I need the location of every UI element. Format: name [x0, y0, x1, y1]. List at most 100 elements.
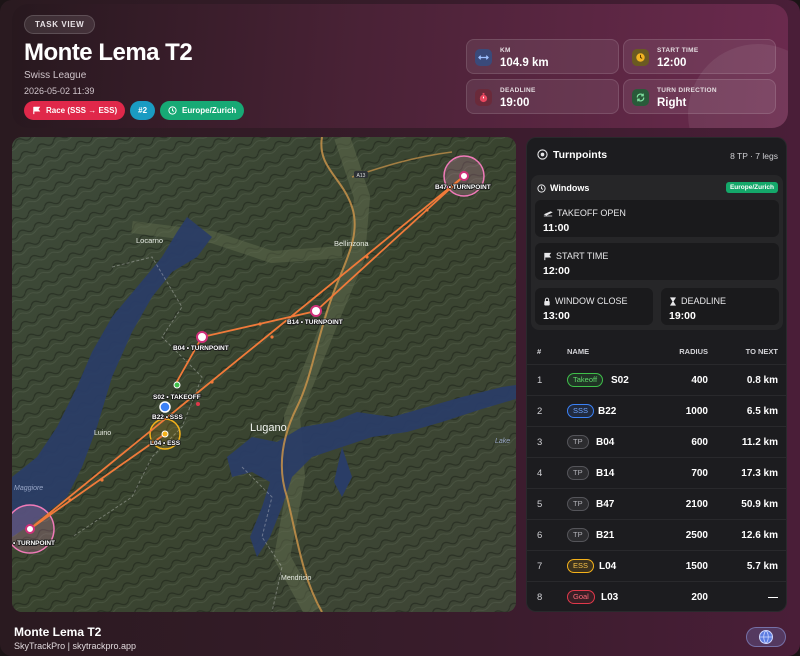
- footer-title: Monte Lema T2: [14, 625, 102, 639]
- task-number-tag[interactable]: #2: [130, 101, 156, 120]
- place-label-locarno: Locarno: [136, 236, 163, 245]
- turnpoint-type-badge: ESS: [567, 559, 595, 573]
- footer-subtitle: SkyTrackPro | skytrackpro.app: [14, 641, 137, 651]
- windows-title-label: Windows: [550, 183, 590, 193]
- turnpoint-type-badge: TP: [567, 435, 589, 449]
- turnpoint-distance-next: 5.7 km: [746, 561, 778, 572]
- stat-turn-direction-value: Right: [657, 97, 687, 109]
- turnpoint-radius: 1000: [685, 406, 708, 417]
- turnpoint-distance-next: 11.2 km: [741, 437, 778, 448]
- turnpoint-name: B14: [596, 468, 615, 479]
- place-label-lugano: Lugano: [250, 422, 287, 434]
- table-row[interactable]: 5 TP B47 2100 50.9 km: [527, 488, 786, 519]
- stat-start-time-value: 12:00: [657, 57, 687, 69]
- timezone-tag[interactable]: Europe/Zurich: [160, 101, 245, 120]
- turnpoint-radius: 700: [691, 468, 708, 479]
- turnpoints-header: Turnpoints 8 TP · 7 legs: [537, 148, 778, 164]
- place-label-maggiore: Maggiore: [14, 485, 43, 492]
- window-close: WINDOW CLOSE 13:00: [535, 288, 653, 325]
- window-deadline: DEADLINE 19:00: [661, 288, 779, 325]
- flag-icon: [33, 106, 41, 115]
- stat-km-label: KM: [500, 47, 511, 54]
- turnpoint-distance-next: 6.5 km: [746, 406, 778, 417]
- window-start-time-value: 12:00: [543, 265, 570, 277]
- waypoint-label-s02: S02 • TAKEOFF: [153, 394, 201, 401]
- turnpoint-radius: 400: [691, 375, 708, 386]
- flag-icon: [544, 252, 552, 260]
- table-row[interactable]: 6 TP B21 2500 12.6 km: [527, 519, 786, 550]
- task-datetime: 2026-05-02 11:39: [24, 86, 95, 96]
- takeoff-icon: [543, 210, 553, 216]
- skytrackpro-logo[interactable]: [746, 627, 786, 647]
- turnpoint-name: B04: [596, 437, 615, 448]
- windows-timezone-badge: Europe/Zurich: [725, 182, 778, 193]
- table-row[interactable]: 1 Takeoff S02 400 0.8 km: [527, 364, 786, 395]
- turnpoint-name: B21: [596, 530, 615, 541]
- window-start-time-label: START TIME: [543, 251, 608, 261]
- row-number: 7: [537, 561, 543, 572]
- turnpoints-meta: 8 TP · 7 legs: [730, 151, 778, 161]
- turnpoints-panel: Turnpoints 8 TP · 7 legs Windows Europe/…: [526, 137, 787, 612]
- race-type-label: Race (SSS → ESS): [46, 106, 118, 115]
- turnpoints-table: # NAME RADIUS TO NEXT 1 Takeoff S02 400 0.8 …: [527, 339, 786, 611]
- turnpoint-type-badge: TP: [567, 497, 589, 511]
- stat-turn-direction-label: TURN DIRECTION: [657, 87, 717, 94]
- row-number: 4: [537, 468, 543, 479]
- task-map[interactable]: A13 Bellinzona Locarno Lugano Luino Magg…: [12, 137, 516, 612]
- clock-icon: [168, 106, 177, 115]
- turnpoints-title: Turnpoints: [553, 149, 608, 161]
- turnpoint-radius: 200: [691, 592, 708, 603]
- table-row[interactable]: 8 Goal L03 200 —: [527, 581, 786, 611]
- turnpoint-name: B22: [598, 406, 617, 417]
- column-header-radius: RADIUS: [679, 347, 708, 356]
- column-header-next: TO NEXT: [745, 347, 778, 356]
- turnpoint-distance-next: 50.9 km: [741, 499, 778, 510]
- stat-km: KM 104.9 km: [466, 39, 619, 74]
- turnpoint-radius: 1500: [685, 561, 708, 572]
- window-close-label-text: WINDOW CLOSE: [555, 296, 628, 306]
- table-row[interactable]: 3 TP B04 600 11.2 km: [527, 426, 786, 457]
- turnpoint-name: L04: [599, 561, 617, 572]
- turnpoint-type-badge: SSS: [567, 404, 595, 418]
- column-header-num: #: [537, 347, 542, 356]
- waypoint-label-l04: L04 • ESS: [150, 440, 181, 447]
- race-type-tag[interactable]: Race (SSS → ESS): [24, 101, 126, 120]
- window-deadline-label-text: DEADLINE: [681, 296, 727, 306]
- windows-title: Windows: [537, 183, 589, 193]
- map-canvas[interactable]: A13 Bellinzona Locarno Lugano Luino Magg…: [12, 137, 516, 612]
- waypoint-label-b47: B47 • TURNPOINT: [435, 184, 491, 191]
- window-takeoff-open-label: TAKEOFF OPEN: [543, 208, 626, 218]
- window-start-time-label-text: START TIME: [556, 251, 609, 261]
- place-label-luino: Luino: [94, 430, 111, 437]
- hourglass-icon: [670, 296, 676, 306]
- clock-icon: [537, 183, 546, 193]
- turnpoint-radius: 2100: [685, 499, 708, 510]
- task-tags: Race (SSS → ESS) #2 Europe/Zurich: [24, 101, 245, 120]
- road-shield-label: A13: [357, 173, 366, 179]
- turnpoint-name: S02: [611, 375, 629, 386]
- stat-deadline-value: 19:00: [500, 97, 530, 109]
- timezone-label: Europe/Zurich: [182, 106, 237, 115]
- page-footer: Monte Lema T2 SkyTrackPro | skytrackpro.…: [0, 617, 800, 656]
- row-number: 1: [537, 375, 543, 386]
- waypoint-label-b04: B04 • TURNPOINT: [173, 345, 229, 352]
- turnpoint-type-badge: TP: [567, 466, 589, 480]
- stat-turn-direction: TURN DIRECTION Right: [623, 79, 776, 114]
- stat-deadline: DEADLINE 19:00: [466, 79, 619, 114]
- place-label-mendrisio: Mendrisio: [281, 575, 311, 582]
- task-view-badge: TASK VIEW: [24, 15, 96, 34]
- turnpoint-type-badge: TP: [567, 528, 589, 542]
- stat-start-time-label: START TIME: [657, 47, 699, 54]
- league-name: Swiss League: [24, 70, 87, 81]
- window-deadline-label: DEADLINE: [669, 296, 726, 306]
- window-deadline-value: 19:00: [669, 310, 696, 322]
- window-takeoff-open-value: 11:00: [543, 222, 570, 234]
- table-header: # NAME RADIUS TO NEXT: [527, 339, 786, 364]
- table-row[interactable]: 7 ESS L04 1500 5.7 km: [527, 550, 786, 581]
- table-row[interactable]: 2 SSS B22 1000 6.5 km: [527, 395, 786, 426]
- task-title: Monte Lema T2: [24, 39, 193, 66]
- table-row[interactable]: 4 TP B14 700 17.3 km: [527, 457, 786, 488]
- row-number: 3: [537, 437, 543, 448]
- row-number: 2: [537, 406, 543, 417]
- waypoint-label-b21: • TURNPOINT: [13, 540, 55, 547]
